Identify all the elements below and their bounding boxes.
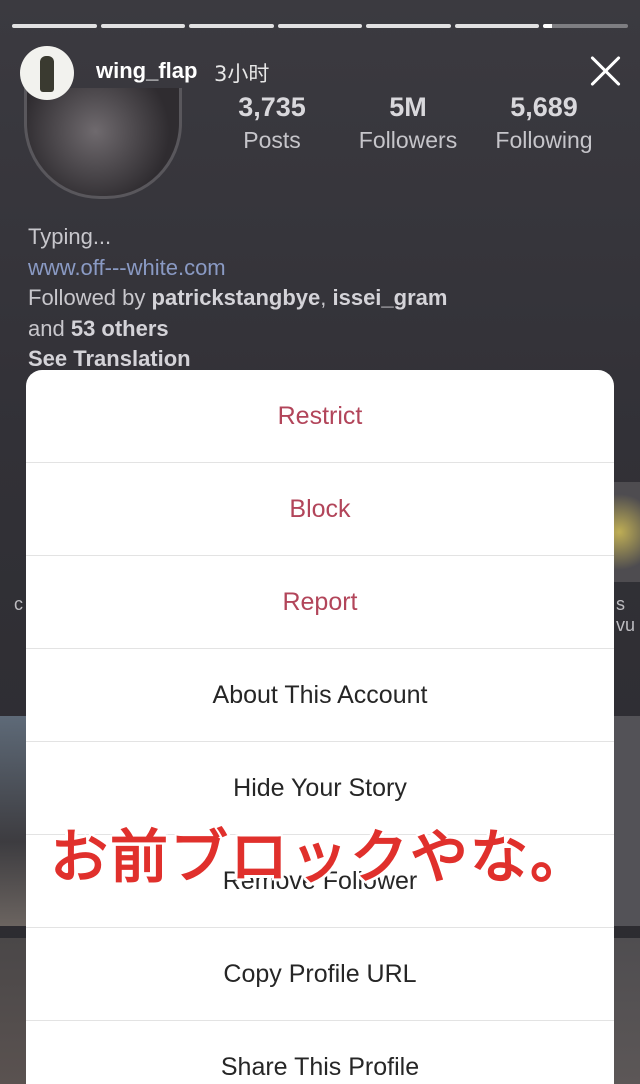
block-button[interactable]: Block	[26, 463, 614, 556]
followed-by-prefix: Followed by	[28, 285, 152, 310]
grid-thumbnail	[0, 938, 26, 1084]
progress-segment-current	[543, 24, 629, 28]
story-timestamp: 3小时	[214, 62, 270, 86]
followed-user: patrickstangbye	[151, 285, 321, 310]
progress-segment	[277, 24, 363, 28]
progress-segment	[12, 24, 97, 28]
avatar-figure	[40, 56, 54, 92]
followed-and: and	[28, 315, 71, 341]
stat-label: Followers	[358, 127, 458, 153]
bio-text: Typing...	[28, 224, 112, 249]
profile-bio: Typing... www.off---white.com Followed b…	[28, 222, 447, 375]
stat-followers[interactable]: 5M Followers	[352, 92, 464, 154]
story-username[interactable]: wing_flap	[96, 58, 197, 84]
progress-segment	[189, 24, 274, 28]
followed-user: issei_gram	[332, 285, 448, 310]
story-user-avatar[interactable]	[20, 46, 74, 100]
restrict-button[interactable]: Restrict	[26, 370, 614, 463]
highlight-thumbnail	[614, 482, 640, 582]
profile-options-sheet: Restrict Block Report About This Account…	[26, 370, 614, 1084]
progress-segment	[366, 24, 451, 28]
progress-segment	[100, 24, 186, 28]
profile-avatar	[24, 88, 182, 199]
followed-others-count: 53 others	[70, 315, 169, 341]
stat-posts[interactable]: 3,735 Posts	[226, 92, 318, 154]
stat-value: 3,735	[238, 92, 306, 122]
stat-label: Following	[495, 127, 593, 153]
stat-label: Posts	[243, 127, 301, 153]
share-profile-button[interactable]: Share This Profile	[26, 1021, 614, 1084]
stat-value: 5M	[389, 92, 427, 122]
progress-segment	[454, 24, 540, 28]
followed-by-line[interactable]: Followed by patrickstangbye, issei_gram	[28, 283, 447, 314]
followed-separator: ,	[320, 285, 333, 310]
bio-link[interactable]: www.off---white.com	[28, 253, 447, 284]
highlight-label: s vu	[616, 594, 636, 635]
story-screen: 3,735 Posts 5M Followers 5,689 Following…	[0, 0, 640, 1084]
about-account-button[interactable]: About This Account	[26, 649, 614, 742]
close-icon[interactable]	[588, 54, 622, 88]
see-translation-label: See Translation	[28, 346, 191, 371]
highlight-label: c	[14, 594, 23, 614]
grid-thumbnail	[614, 938, 640, 1084]
copy-profile-url-button[interactable]: Copy Profile URL	[26, 928, 614, 1021]
stat-value: 5,689	[510, 92, 578, 122]
story-progress-bar	[12, 24, 629, 28]
report-button[interactable]: Report	[26, 556, 614, 649]
followed-by-others[interactable]: and 53 others	[28, 314, 447, 345]
stat-following[interactable]: 5,689 Following	[488, 92, 600, 154]
story-caption-text: お前ブロックやな。	[49, 823, 590, 891]
